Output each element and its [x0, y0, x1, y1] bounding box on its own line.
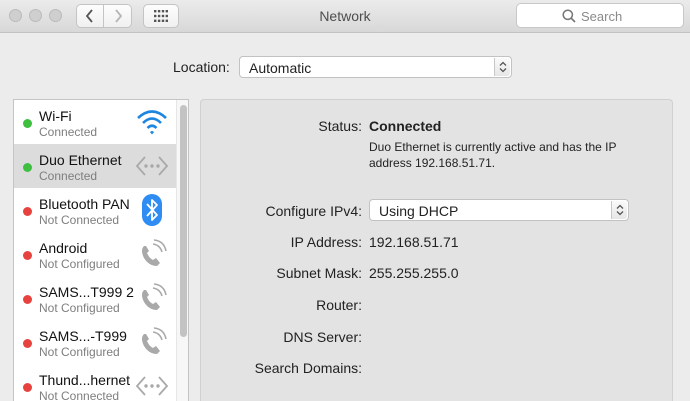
configure-ipv4-select[interactable]: Using DHCP — [369, 199, 629, 221]
search-domains-label: Search Domains: — [254, 360, 362, 376]
ip-address-value: 192.168.51.71 — [369, 234, 459, 250]
select-arrows-icon — [611, 201, 627, 219]
search-placeholder: Search — [581, 9, 623, 24]
title-bar: Network Search — [0, 0, 690, 33]
service-item-duo-ethernet[interactable]: Duo Ethernet Connected — [14, 144, 176, 188]
status-dot — [23, 383, 32, 392]
phone-icon — [142, 283, 167, 310]
service-list[interactable]: Wi-Fi Connected Duo Ethernet Connected B… — [13, 99, 189, 401]
configure-ipv4-label: Configure IPv4: — [265, 203, 363, 219]
service-item-sams-t999[interactable]: SAMS...-T999 Not Configured — [14, 320, 176, 364]
service-status: Not Configured — [39, 257, 120, 271]
service-status: Not Configured — [39, 301, 120, 315]
status-dot — [23, 295, 32, 304]
status-dot — [23, 119, 32, 128]
subnet-mask-label: Subnet Mask: — [276, 265, 362, 281]
status-dot — [23, 163, 32, 172]
search-field[interactable]: Search — [516, 3, 684, 28]
dns-server-label: DNS Server: — [283, 329, 362, 345]
service-name: SAMS...-T999 — [39, 328, 127, 344]
wifi-icon — [137, 110, 167, 135]
service-name: Bluetooth PAN — [39, 196, 130, 212]
scrollbar-thumb[interactable] — [180, 105, 187, 337]
service-status: Not Connected — [39, 213, 120, 227]
configure-ipv4-value: Using DHCP — [379, 203, 459, 219]
service-name: Android — [39, 240, 88, 256]
ethernet-icon — [135, 376, 169, 396]
service-status: Not Configured — [39, 345, 120, 359]
service-item-bluetooth-pan[interactable]: Bluetooth PAN Not Connected — [14, 188, 176, 232]
status-description: Duo Ethernet is currently active and has… — [369, 140, 617, 170]
service-item-android[interactable]: Android Not Configured — [14, 232, 176, 276]
phone-icon — [142, 327, 167, 354]
service-name: SAMS...T999 2 — [39, 284, 134, 300]
service-item-sams-t999-2[interactable]: SAMS...T999 2 Not Configured — [14, 276, 176, 320]
service-name: Wi-Fi — [39, 108, 72, 124]
subnet-mask-value: 255.255.255.0 — [369, 265, 459, 281]
service-item-thunderbolt-ethernet[interactable]: Thund...hernet Not Connected — [14, 364, 176, 401]
select-arrows-icon — [494, 58, 510, 76]
router-label: Router: — [316, 297, 362, 313]
service-item-wifi[interactable]: Wi-Fi Connected — [14, 100, 176, 144]
status-dot — [23, 251, 32, 260]
status-dot — [23, 207, 32, 216]
search-icon — [562, 9, 576, 23]
ethernet-icon — [135, 156, 169, 176]
location-label: Location: — [173, 59, 230, 75]
service-status: Not Connected — [39, 389, 120, 401]
phone-icon — [142, 239, 167, 266]
status-value: Connected — [369, 118, 442, 134]
ip-address-label: IP Address: — [290, 234, 362, 250]
service-list-scrollbar[interactable] — [176, 100, 188, 401]
status-dot — [23, 339, 32, 348]
location-value: Automatic — [249, 60, 312, 76]
status-label: Status: — [318, 118, 362, 134]
service-name: Duo Ethernet — [39, 152, 122, 168]
service-status: Connected — [39, 125, 98, 139]
location-select[interactable]: Automatic — [239, 56, 512, 78]
service-name: Thund...hernet — [39, 372, 131, 388]
bluetooth-icon — [142, 194, 162, 226]
service-status: Connected — [39, 169, 98, 183]
